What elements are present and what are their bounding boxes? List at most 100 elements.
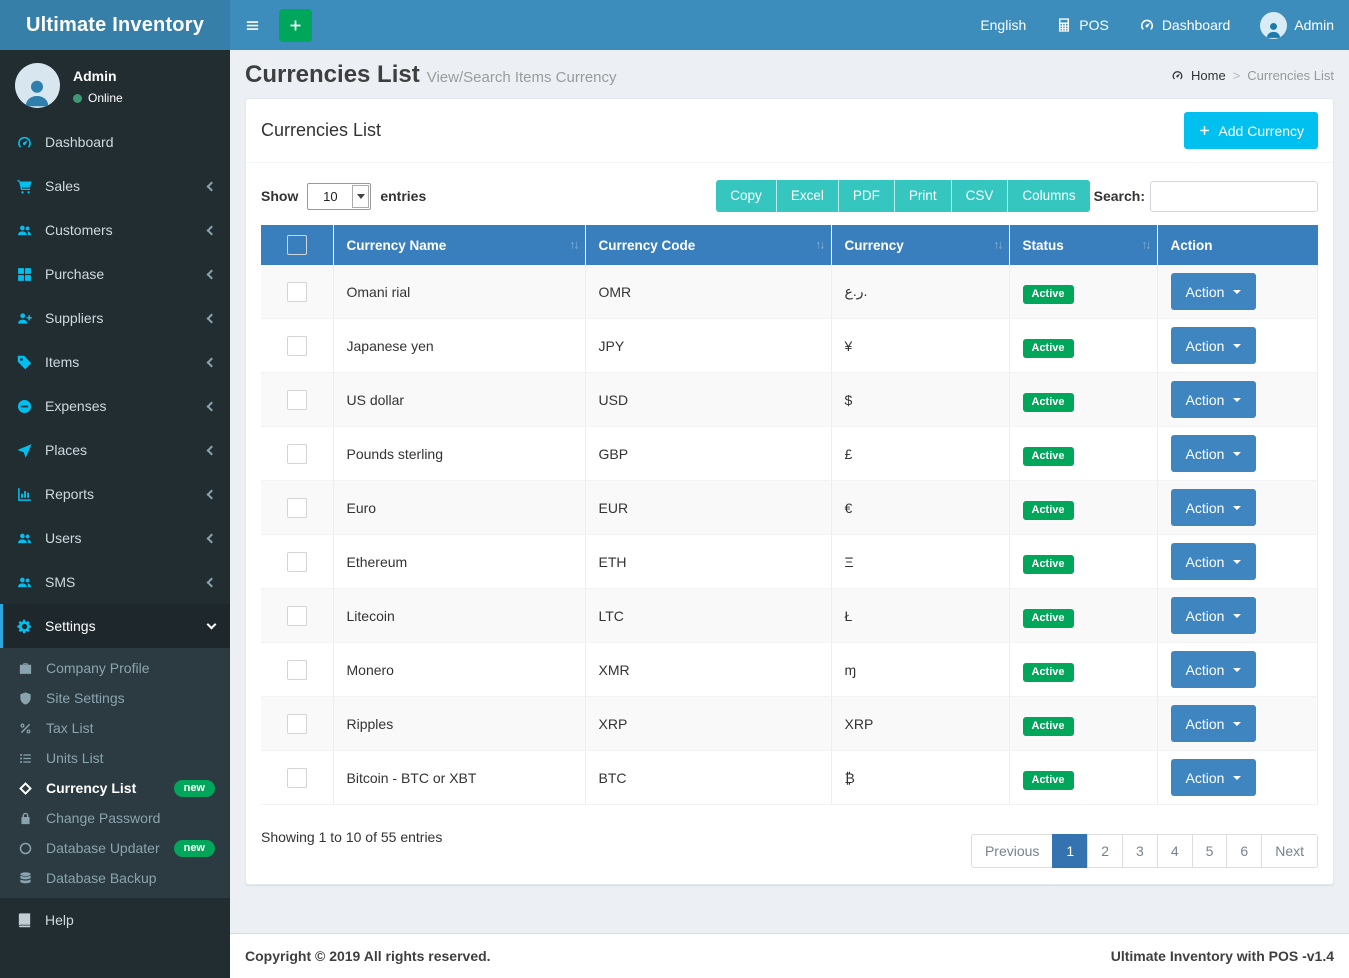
column-header-currency[interactable]: Currency↑↓ — [831, 225, 1009, 265]
row-checkbox[interactable] — [287, 768, 307, 788]
action-dropdown-button[interactable]: Action — [1171, 435, 1257, 472]
hamburger-icon — [244, 17, 261, 34]
submenu-item-tax-list[interactable]: Tax List — [0, 713, 230, 743]
tags-icon — [15, 354, 33, 371]
entries-select[interactable]: 10 — [307, 183, 371, 210]
breadcrumb-home[interactable]: Home — [1191, 68, 1226, 83]
action-dropdown-button[interactable]: Action — [1171, 381, 1257, 418]
sidebar-item-purchase[interactable]: Purchase — [0, 252, 230, 296]
currency-code-cell: USD — [585, 373, 831, 427]
brand-logo[interactable]: Ultimate Inventory — [0, 0, 230, 50]
submenu-item-database-backup[interactable]: Database Backup — [0, 863, 230, 893]
sidebar-toggle-button[interactable] — [230, 0, 274, 50]
column-header-label: Currency Code — [599, 238, 696, 253]
circle-icon — [17, 841, 34, 856]
row-checkbox[interactable] — [287, 336, 307, 356]
column-header-label: Currency Name — [347, 238, 447, 253]
pagination-page-6[interactable]: 6 — [1226, 834, 1262, 868]
action-dropdown-button[interactable]: Action — [1171, 705, 1257, 742]
sidebar-item-reports[interactable]: Reports — [0, 472, 230, 516]
user-status[interactable]: Online — [73, 91, 123, 105]
row-checkbox[interactable] — [287, 390, 307, 410]
sidebar-item-sms[interactable]: SMS — [0, 560, 230, 604]
page-footer: Copyright © 2019 All rights reserved. Ul… — [230, 933, 1349, 978]
submenu-item-label: Units List — [46, 750, 104, 766]
chevron-left-icon — [207, 181, 217, 191]
pagination-previous[interactable]: Previous — [971, 834, 1053, 868]
action-dropdown-button[interactable]: Action — [1171, 489, 1257, 526]
shield-icon — [17, 691, 34, 706]
sidebar-item-users[interactable]: Users — [0, 516, 230, 560]
column-header-status[interactable]: Status↑↓ — [1009, 225, 1157, 265]
export-csv-button[interactable]: CSV — [951, 180, 1008, 212]
action-dropdown-button[interactable]: Action — [1171, 651, 1257, 688]
currencies-panel: Currencies List Add Currency Show 10 ent… — [245, 98, 1334, 885]
pagination-page-1[interactable]: 1 — [1052, 834, 1088, 868]
action-dropdown-button[interactable]: Action — [1171, 543, 1257, 580]
submenu-item-company-profile[interactable]: Company Profile — [0, 653, 230, 683]
action-label: Action — [1186, 662, 1225, 678]
currency-name-cell: Japanese yen — [333, 319, 585, 373]
action-dropdown-button[interactable]: Action — [1171, 273, 1257, 310]
export-columns-button[interactable]: Columns — [1007, 180, 1089, 212]
column-header-currency-name[interactable]: Currency Name↑↓ — [333, 225, 585, 265]
row-checkbox[interactable] — [287, 660, 307, 680]
sidebar-item-expenses[interactable]: Expenses — [0, 384, 230, 428]
search-input[interactable] — [1150, 181, 1318, 212]
submenu-item-database-updater[interactable]: Database Updaternew — [0, 833, 230, 863]
export-print-button[interactable]: Print — [894, 180, 951, 212]
status-cell: Active — [1009, 751, 1157, 805]
action-cell: Action — [1157, 319, 1318, 373]
submenu-item-currency-list[interactable]: Currency Listnew — [0, 773, 230, 803]
nav-dashboard[interactable]: Dashboard — [1124, 0, 1246, 50]
add-currency-button[interactable]: Add Currency — [1184, 112, 1318, 149]
action-dropdown-button[interactable]: Action — [1171, 327, 1257, 364]
nav-pos-label: POS — [1079, 17, 1109, 33]
sidebar-item-dashboard[interactable]: Dashboard — [0, 120, 230, 164]
column-header-action: Action — [1157, 225, 1318, 265]
sidebar-item-places[interactable]: Places — [0, 428, 230, 472]
pagination-page-2[interactable]: 2 — [1087, 834, 1123, 868]
export-copy-button[interactable]: Copy — [716, 180, 776, 212]
sidebar-item-settings[interactable]: Settings — [0, 604, 230, 648]
action-dropdown-button[interactable]: Action — [1171, 759, 1257, 796]
action-dropdown-button[interactable]: Action — [1171, 597, 1257, 634]
submenu-item-change-password[interactable]: Change Password — [0, 803, 230, 833]
row-checkbox[interactable] — [287, 282, 307, 302]
plus-icon — [288, 18, 303, 33]
chevron-left-icon — [207, 401, 217, 411]
sidebar-item-help[interactable]: Help — [0, 898, 230, 942]
pagination-page-3[interactable]: 3 — [1122, 834, 1158, 868]
export-excel-button[interactable]: Excel — [776, 180, 838, 212]
submenu-item-units-list[interactable]: Units List — [0, 743, 230, 773]
lock-icon — [17, 811, 34, 826]
caret-down-icon — [1233, 344, 1241, 348]
row-checkbox[interactable] — [287, 444, 307, 464]
row-checkbox[interactable] — [287, 714, 307, 734]
select-all-checkbox[interactable] — [287, 235, 307, 255]
currency-symbol-cell: ɱ — [831, 643, 1009, 697]
row-checkbox[interactable] — [287, 498, 307, 518]
submenu-item-site-settings[interactable]: Site Settings — [0, 683, 230, 713]
sidebar-item-label: Users — [45, 530, 82, 546]
nav-language[interactable]: English — [965, 0, 1041, 50]
currency-symbol-cell: $ — [831, 373, 1009, 427]
column-header-currency-code[interactable]: Currency Code↑↓ — [585, 225, 831, 265]
row-checkbox[interactable] — [287, 552, 307, 572]
export-pdf-button[interactable]: PDF — [838, 180, 894, 212]
sidebar-item-suppliers[interactable]: Suppliers — [0, 296, 230, 340]
sidebar-item-sales[interactable]: Sales — [0, 164, 230, 208]
chevron-left-icon — [207, 577, 217, 587]
nav-pos[interactable]: POS — [1041, 0, 1124, 50]
pagination-page-4[interactable]: 4 — [1157, 834, 1193, 868]
navbar: English POS Dashboard Admin — [230, 0, 1349, 50]
quick-add-button[interactable] — [279, 9, 312, 42]
pagination-page-5[interactable]: 5 — [1192, 834, 1228, 868]
sidebar-item-customers[interactable]: Customers — [0, 208, 230, 252]
pagination-next[interactable]: Next — [1261, 834, 1318, 868]
status-badge: Active — [1023, 663, 1074, 682]
nav-user-menu[interactable]: Admin — [1245, 0, 1349, 50]
sidebar-item-items[interactable]: Items — [0, 340, 230, 384]
row-checkbox[interactable] — [287, 606, 307, 626]
action-label: Action — [1186, 446, 1225, 462]
